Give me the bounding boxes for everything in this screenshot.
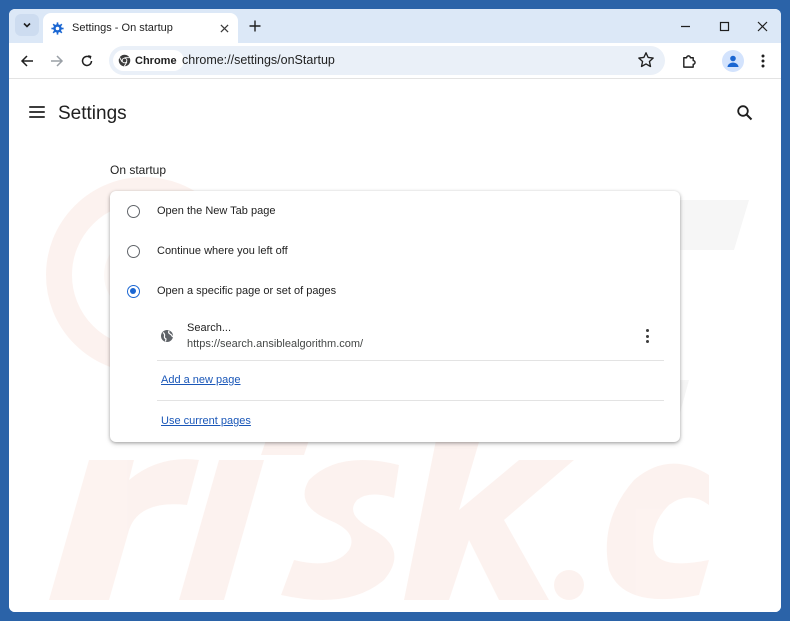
option-label: Open the New Tab page [157,205,276,217]
dot [645,329,649,332]
radio-button-selected[interactable] [127,284,140,298]
startup-options-card: Open the New Tab page Continue where you… [110,191,680,442]
settings-page: Settings On startup Open the New Tab pag… [9,80,781,612]
section-title: On startup [110,163,167,177]
maximize-icon [719,21,729,31]
chrome-logo-icon [118,54,131,67]
minimize-button[interactable] [675,16,695,36]
add-new-page-link[interactable]: Add a new page [161,374,241,386]
startup-page-url: https://search.ansiblealgorithm.com/ [187,338,364,350]
reload-icon [81,55,93,67]
reload-button[interactable] [77,51,97,71]
option-specific-pages[interactable]: Open a specific page or set of pages [110,271,680,311]
chip-label: Chrome [135,54,177,67]
use-current-pages-link[interactable]: Use current pages [161,415,251,427]
menu-line [29,111,45,113]
url-text[interactable]: chrome://settings/onStartup [182,53,335,67]
chevron-down-icon [23,22,31,28]
plus-icon [249,20,261,32]
maximize-button[interactable] [714,16,734,36]
puzzle-piece-icon [682,54,696,68]
extensions-button[interactable] [678,51,698,71]
page-title: Settings [58,103,127,124]
globe-icon [161,330,174,342]
new-tab-button[interactable] [245,16,265,36]
option-continue[interactable]: Continue where you left off [110,231,680,271]
forward-button[interactable] [47,51,67,71]
add-page-row: Add a new page [157,361,664,401]
arrow-left-icon [20,55,33,67]
menu-line [29,116,45,118]
tab-search-button[interactable] [15,14,39,36]
tab-close-button[interactable] [216,20,232,36]
menu-line [29,106,45,108]
startup-page-entry: Search... https://search.ansiblealgorith… [157,319,664,361]
avatar-icon [727,55,739,67]
option-new-tab[interactable]: Open the New Tab page [110,191,680,231]
tab-title: Settings - On startup [72,22,173,34]
bookmark-star-icon[interactable] [637,51,655,69]
main-menu-button[interactable] [29,106,45,120]
dot [645,334,649,338]
use-current-row: Use current pages [157,402,664,442]
dot [645,340,649,343]
option-label: Continue where you left off [157,245,288,257]
back-button[interactable] [17,51,37,71]
option-label: Open a specific page or set of pages [157,285,337,297]
window-close-button[interactable] [752,16,772,36]
browser-window: Settings - On startup Chrome chrome://se… [9,9,781,612]
title-bar: Settings - On startup [9,9,781,43]
tab-settings[interactable]: Settings - On startup [43,13,238,43]
toolbar: Chrome chrome://settings/onStartup [9,43,781,79]
browser-menu-button[interactable] [753,51,773,71]
search-icon[interactable] [736,104,754,122]
site-info-chip[interactable]: Chrome [113,50,184,71]
close-icon [219,23,229,33]
arrow-right-icon [51,55,64,67]
omnibox[interactable]: Chrome chrome://settings/onStartup [109,46,665,75]
radio-button[interactable] [127,244,140,258]
radio-button[interactable] [127,204,140,218]
settings-gear-icon [51,21,64,35]
more-vertical-icon [761,54,765,68]
startup-page-title: Search... [187,322,232,334]
profile-button[interactable] [722,50,744,72]
more-actions-icon[interactable] [641,327,653,345]
close-icon [757,21,767,31]
minimize-icon [680,25,690,27]
